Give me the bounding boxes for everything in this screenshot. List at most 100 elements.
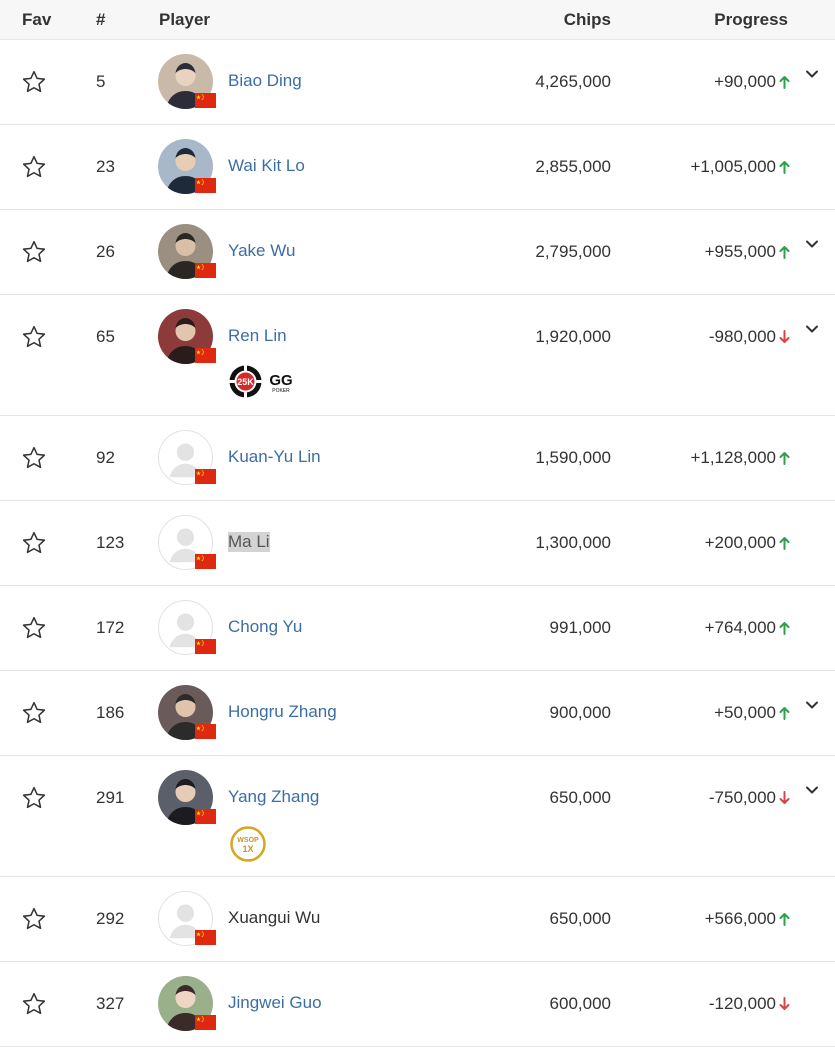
favorite-star-icon[interactable] — [21, 906, 47, 932]
player-name-link[interactable]: Xuangui Wu — [228, 908, 320, 928]
rank-number: 65 — [96, 327, 115, 346]
favorite-star-icon[interactable] — [21, 324, 47, 350]
player-name-link[interactable]: Biao Ding — [228, 71, 302, 91]
svg-text:1X: 1X — [242, 844, 253, 854]
china-flag-icon — [195, 469, 216, 484]
progress-text: -980,000 — [708, 327, 776, 346]
header-rank: # — [96, 10, 106, 29]
arrow-up-icon — [779, 912, 790, 926]
progress-value: +955,000 — [705, 242, 790, 262]
chevron-down-icon[interactable] — [804, 697, 820, 713]
table-row: 123 Ma Li 1,300,000 +200,000 — [0, 501, 835, 586]
progress-text: +1,005,000 — [690, 157, 776, 176]
table-row: 26 Yake Wu 2,795,000 +955,000 — [0, 210, 835, 295]
chip-count: 600,000 — [549, 994, 611, 1013]
player-name-link[interactable]: Ren Lin — [228, 326, 287, 346]
chip-count: 2,795,000 — [535, 242, 611, 261]
header-progress: Progress — [714, 10, 788, 29]
favorite-star-icon[interactable] — [21, 69, 47, 95]
player-name-link[interactable]: Wai Kit Lo — [228, 156, 305, 176]
arrow-up-icon — [779, 160, 790, 174]
chip-count: 1,590,000 — [535, 448, 611, 467]
chevron-down-icon[interactable] — [804, 236, 820, 252]
player-name-link[interactable]: Yang Zhang — [228, 787, 319, 807]
favorite-star-icon[interactable] — [21, 700, 47, 726]
header-chips: Chips — [563, 10, 611, 29]
leaderboard-table: 5 Biao Ding 4,265,000 +90,000 23 Wai Kit Lo 2,… — [0, 40, 835, 1047]
progress-text: +200,000 — [704, 533, 776, 552]
player-name-link[interactable]: Yake Wu — [228, 241, 295, 261]
favorite-star-icon[interactable] — [21, 991, 47, 1017]
chip-count: 991,000 — [549, 618, 611, 637]
rank-number: 26 — [96, 242, 115, 261]
favorite-star-icon[interactable] — [21, 154, 47, 180]
chevron-down-icon[interactable] — [804, 66, 820, 82]
progress-value: -120,000 — [709, 994, 790, 1014]
rank-number: 92 — [96, 448, 115, 467]
arrow-down-icon — [779, 997, 790, 1011]
table-row: 291 Yang Zhang 650,000 -750,000 WSOP 1X — [0, 756, 835, 877]
rank-number: 292 — [96, 909, 125, 928]
progress-value: +1,005,000 — [690, 157, 790, 177]
progress-value: +200,000 — [705, 533, 790, 553]
chip-count: 900,000 — [549, 703, 611, 722]
arrow-up-icon — [779, 536, 790, 550]
header-player: Player — [159, 10, 211, 29]
favorite-star-icon[interactable] — [21, 615, 47, 641]
chip-count: 1,920,000 — [535, 327, 611, 346]
svg-text:POKER: POKER — [272, 388, 290, 394]
arrow-up-icon — [779, 451, 790, 465]
progress-value: +50,000 — [714, 703, 790, 723]
arrow-down-icon — [779, 330, 790, 344]
china-flag-icon — [195, 554, 216, 569]
chevron-down-icon[interactable] — [804, 782, 820, 798]
china-flag-icon — [195, 178, 216, 193]
progress-text: +764,000 — [704, 618, 776, 637]
rank-number: 186 — [96, 703, 125, 722]
wsop-bracelet-badge[interactable]: WSOP 1X — [230, 826, 266, 862]
china-flag-icon — [195, 348, 216, 363]
favorite-star-icon[interactable] — [21, 530, 47, 556]
rank-number: 327 — [96, 994, 125, 1013]
rank-number: 172 — [96, 618, 125, 637]
chip-count: 4,265,000 — [535, 72, 611, 91]
chip-count: 650,000 — [549, 909, 611, 928]
china-flag-icon — [195, 724, 216, 739]
achievement-badges: 25K GG POKER — [229, 365, 297, 398]
progress-text: +955,000 — [704, 242, 776, 261]
table-row: 186 Hongru Zhang 900,000 +50,000 — [0, 671, 835, 756]
svg-text:GG: GG — [269, 372, 292, 389]
25k-chip-badge[interactable]: 25K — [229, 365, 262, 398]
progress-text: -120,000 — [708, 994, 776, 1013]
favorite-star-icon[interactable] — [21, 785, 47, 811]
china-flag-icon — [195, 1015, 216, 1030]
progress-value: +764,000 — [705, 618, 790, 638]
table-row: 327 Jingwei Guo 600,000 -120,000 — [0, 962, 835, 1047]
player-name-link[interactable]: Kuan-Yu Lin — [228, 447, 321, 467]
table-row: 5 Biao Ding 4,265,000 +90,000 — [0, 40, 835, 125]
arrow-down-icon — [779, 791, 790, 805]
progress-value: +1,128,000 — [690, 448, 790, 468]
chip-count: 2,855,000 — [535, 157, 611, 176]
chevron-down-icon[interactable] — [804, 321, 820, 337]
table-row: 172 Chong Yu 991,000 +764,000 — [0, 586, 835, 671]
player-name-link[interactable]: Jingwei Guo — [228, 993, 322, 1013]
chip-count: 1,300,000 — [535, 533, 611, 552]
favorite-star-icon[interactable] — [21, 239, 47, 265]
progress-value: +566,000 — [705, 909, 790, 929]
china-flag-icon — [195, 263, 216, 278]
progress-text: +90,000 — [714, 72, 776, 91]
player-name-link[interactable]: Chong Yu — [228, 617, 302, 637]
progress-value: -980,000 — [709, 327, 790, 347]
china-flag-icon — [195, 639, 216, 654]
progress-text: +566,000 — [704, 909, 776, 928]
ggpoker-logo: GG POKER — [265, 369, 297, 395]
china-flag-icon — [195, 93, 216, 108]
player-name-link[interactable]: Ma Li — [228, 532, 270, 552]
arrow-up-icon — [779, 621, 790, 635]
favorite-star-icon[interactable] — [21, 445, 47, 471]
table-row: 292 Xuangui Wu 650,000 +566,000 — [0, 877, 835, 962]
arrow-up-icon — [779, 245, 790, 259]
player-name-link[interactable]: Hongru Zhang — [228, 702, 337, 722]
progress-text: +1,128,000 — [690, 448, 776, 467]
